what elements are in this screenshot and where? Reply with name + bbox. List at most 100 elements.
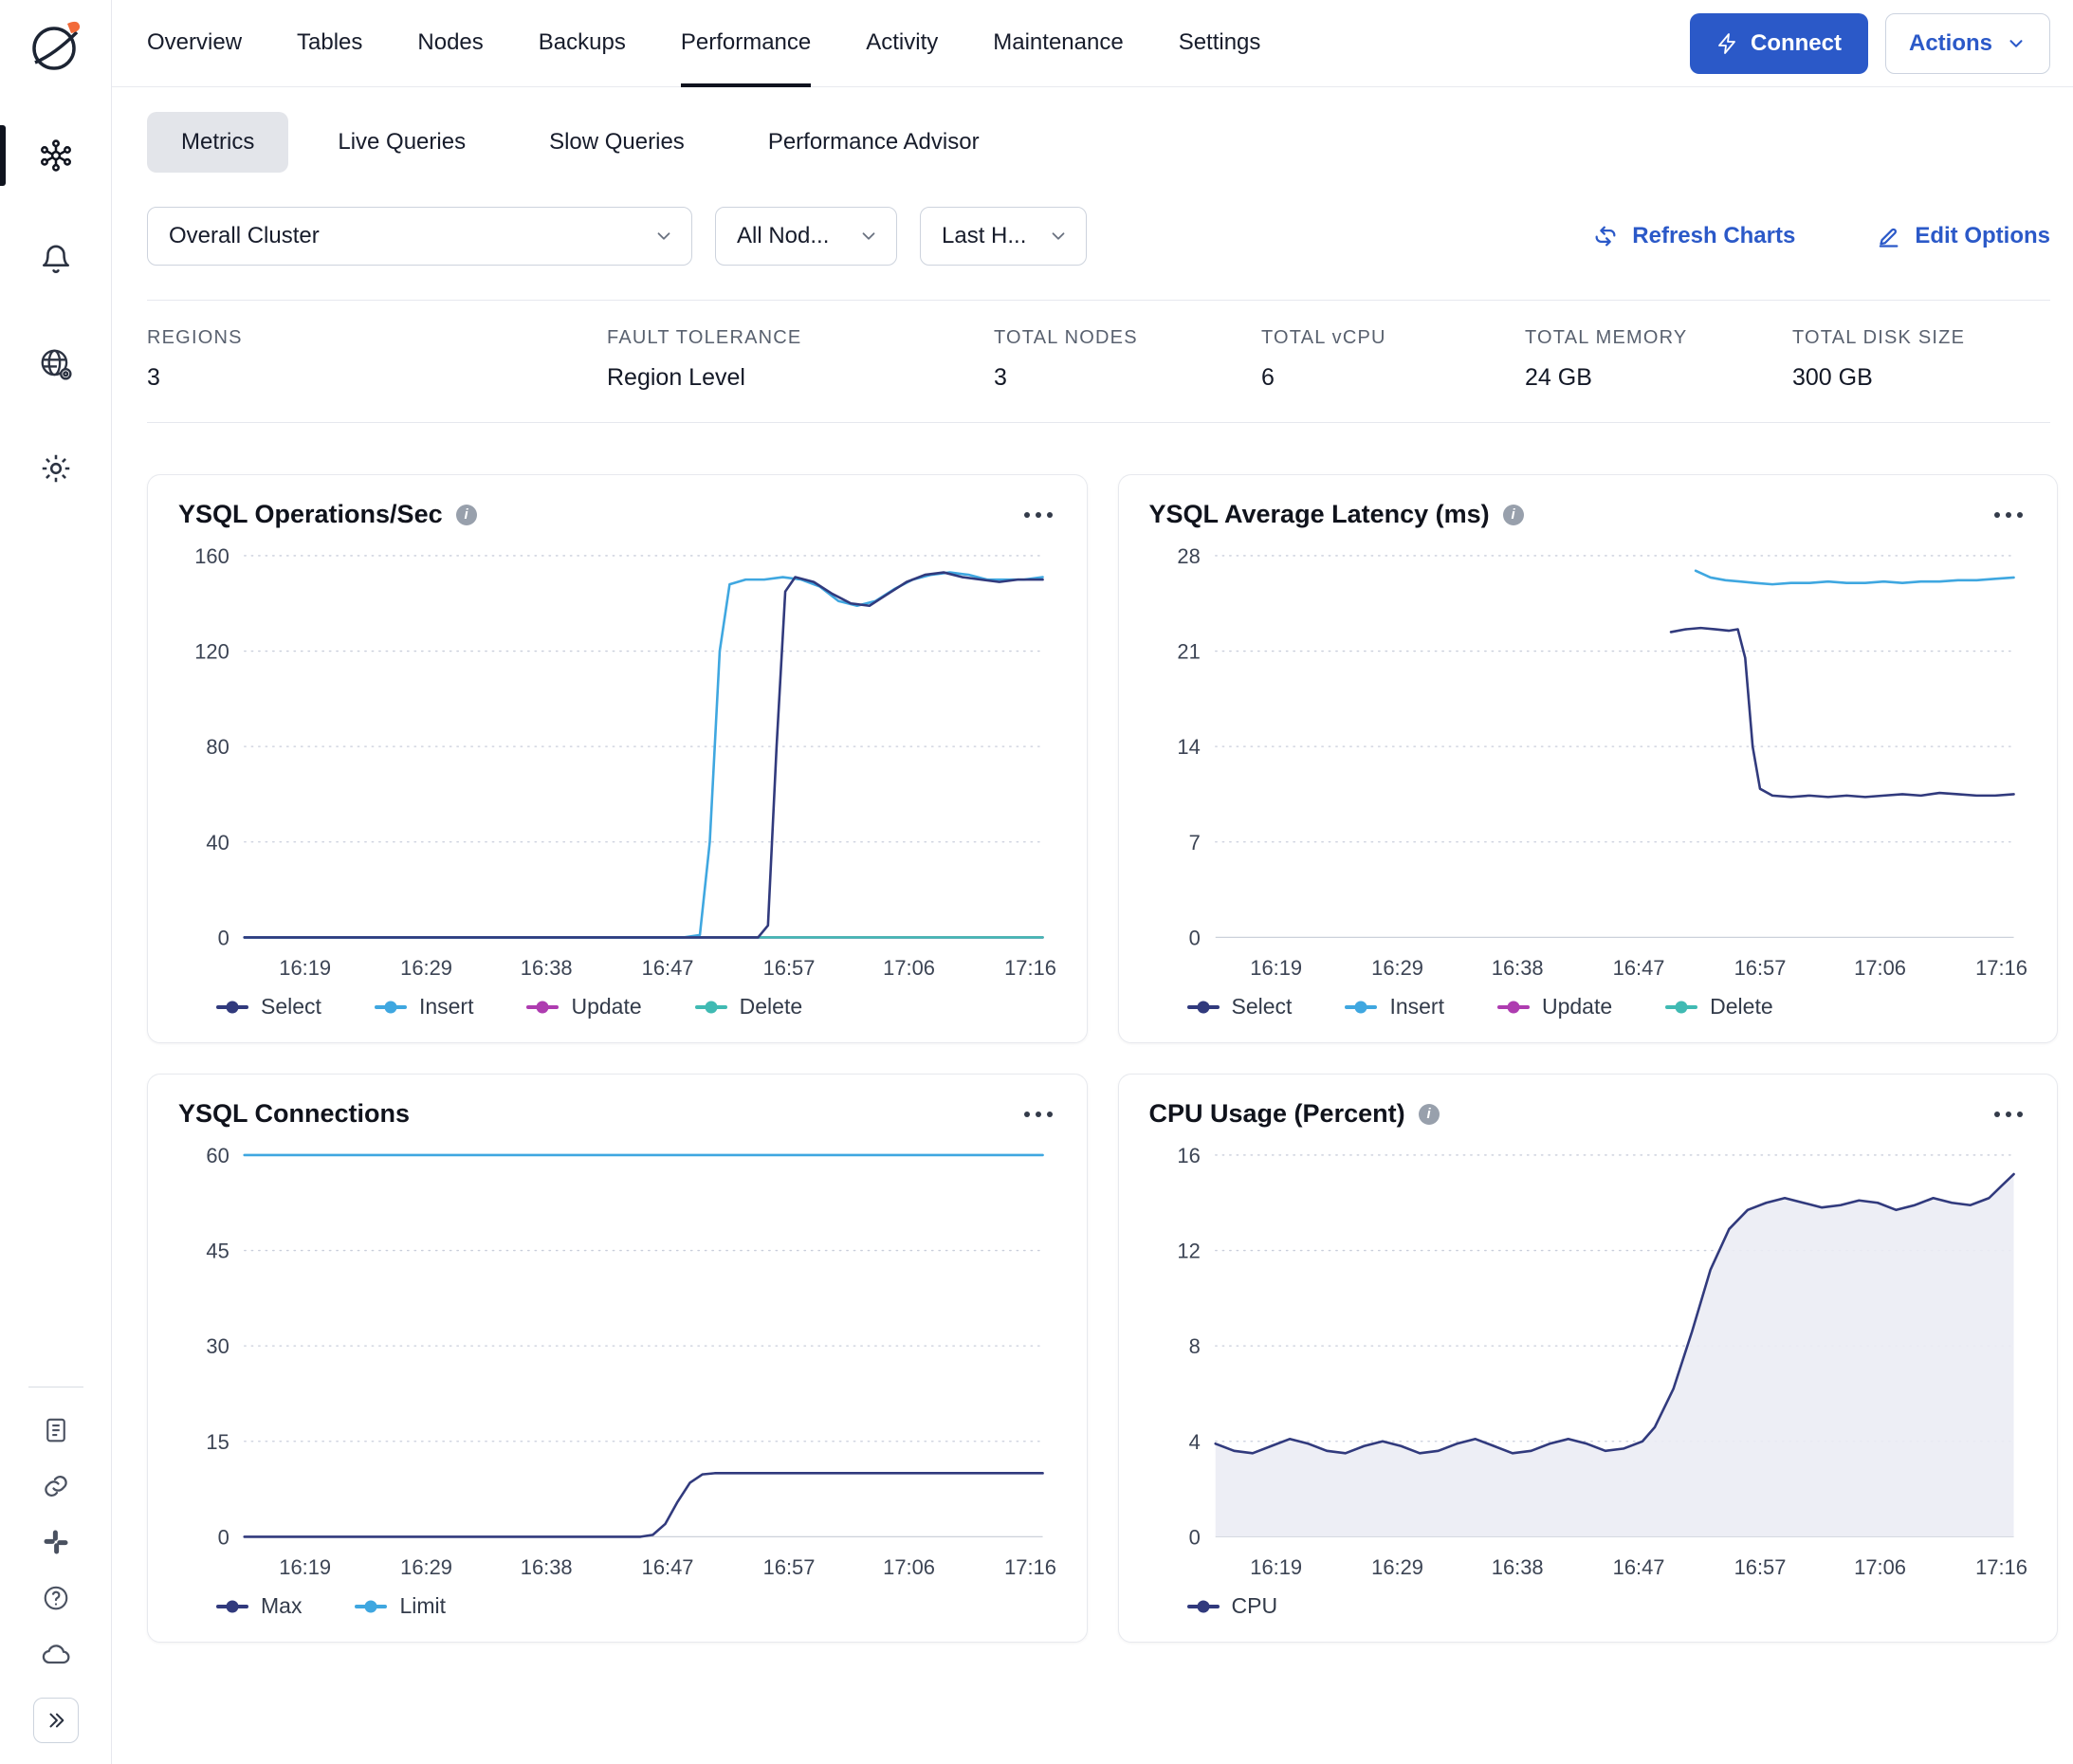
time-range-select[interactable]: Last H... (920, 207, 1087, 266)
legend-marker (1187, 1605, 1220, 1608)
legend-label: Max (261, 1593, 302, 1619)
chart-menu-button[interactable] (1020, 1102, 1056, 1127)
cloud-icon (41, 1640, 71, 1670)
svg-text:28: 28 (1177, 544, 1200, 568)
chart-card-ysql-latency: YSQL Average Latency (ms) i 0714212816:1… (1118, 474, 2059, 1043)
tab-overview[interactable]: Overview (147, 0, 242, 87)
sidebar-item-docs[interactable] (42, 1416, 70, 1449)
refresh-icon (1592, 223, 1619, 249)
legend-label: Update (1542, 994, 1612, 1020)
tab-tables[interactable]: Tables (297, 0, 362, 87)
sidebar (0, 0, 112, 1764)
legend-marker (1187, 1005, 1220, 1009)
sidebar-item-network-access[interactable] (0, 332, 112, 396)
tab-backups[interactable]: Backups (539, 0, 626, 87)
legend-item-select[interactable]: Select (216, 994, 321, 1020)
svg-text:16:38: 16:38 (1491, 956, 1543, 980)
chevron-down-icon (2006, 33, 2027, 54)
legend-item-update[interactable]: Update (526, 994, 641, 1020)
info-icon[interactable]: i (456, 505, 477, 525)
legend-marker (1497, 1005, 1530, 1009)
tab-activity[interactable]: Activity (866, 0, 938, 87)
svg-text:17:06: 17:06 (1854, 1555, 1906, 1579)
legend-item-cpu[interactable]: CPU (1187, 1593, 1278, 1619)
svg-text:0: 0 (1188, 1526, 1200, 1550)
svg-text:17:16: 17:16 (1004, 1555, 1055, 1579)
svg-text:15: 15 (206, 1430, 229, 1454)
subtab-slow-queries[interactable]: Slow Queries (515, 112, 719, 173)
edit-options-button[interactable]: Edit Options (1875, 223, 2050, 249)
legend-marker (355, 1605, 387, 1608)
svg-text:16:47: 16:47 (642, 1555, 694, 1579)
chart-title: CPU Usage (Percent) (1149, 1099, 1405, 1129)
legend-label: Delete (740, 994, 802, 1020)
sidebar-item-cloud[interactable] (41, 1640, 71, 1675)
svg-text:14: 14 (1177, 735, 1200, 759)
actions-button[interactable]: Actions (1885, 13, 2050, 74)
legend-item-limit[interactable]: Limit (355, 1593, 446, 1619)
legend-label: Select (261, 994, 321, 1020)
chart-card-ysql-operations: YSQL Operations/Sec i 0408012016016:1916… (147, 474, 1088, 1043)
chart-title: YSQL Connections (178, 1099, 410, 1129)
sidebar-expand-button[interactable] (33, 1698, 79, 1743)
legend-label: Delete (1710, 994, 1772, 1020)
stat-total-memory: TOTAL MEMORY 24 GB (1525, 327, 1792, 392)
sidebar-item-integrations[interactable] (42, 1472, 70, 1505)
chart-canvas-ysql-operations[interactable]: 0408012016016:1916:2916:3816:4716:5717:0… (178, 537, 1056, 990)
svg-text:17:06: 17:06 (883, 956, 935, 980)
stat-value: 24 GB (1525, 364, 1792, 392)
svg-text:16:19: 16:19 (279, 1555, 331, 1579)
legend-item-max[interactable]: Max (216, 1593, 302, 1619)
stat-label: FAULT TOLERANCE (607, 327, 994, 349)
info-icon[interactable]: i (1503, 505, 1524, 525)
slack-icon (42, 1528, 70, 1556)
legend-item-delete[interactable]: Delete (1665, 994, 1772, 1020)
sidebar-item-clusters[interactable] (0, 123, 112, 188)
legend-label: Update (571, 994, 641, 1020)
chart-legend: CPU (1187, 1593, 2027, 1619)
tab-nodes[interactable]: Nodes (417, 0, 483, 87)
tab-maintenance[interactable]: Maintenance (993, 0, 1123, 87)
svg-text:16:38: 16:38 (521, 956, 573, 980)
chart-canvas-ysql-latency[interactable]: 0714212816:1916:2916:3816:4716:5717:0617… (1149, 537, 2027, 990)
sidebar-item-slack[interactable] (42, 1528, 70, 1561)
legend-label: Limit (399, 1593, 446, 1619)
legend-item-select[interactable]: Select (1187, 994, 1293, 1020)
chart-title: YSQL Operations/Sec (178, 500, 443, 529)
tab-performance[interactable]: Performance (681, 0, 811, 87)
svg-text:30: 30 (206, 1334, 229, 1358)
subtab-performance-advisor[interactable]: Performance Advisor (734, 112, 1014, 173)
legend-item-insert[interactable]: Insert (375, 994, 474, 1020)
stat-label: TOTAL vCPU (1261, 327, 1525, 349)
question-icon (42, 1584, 70, 1612)
subtab-metrics[interactable]: Metrics (147, 112, 288, 173)
tab-settings[interactable]: Settings (1179, 0, 1261, 87)
stat-value: 6 (1261, 364, 1525, 392)
chart-menu-button[interactable] (1020, 503, 1056, 527)
main-content: Overview Tables Nodes Backups Performanc… (112, 0, 2073, 1643)
svg-text:16:47: 16:47 (1612, 956, 1664, 980)
nodes-select-value: All Nod... (737, 223, 829, 249)
sidebar-item-settings[interactable] (0, 436, 112, 501)
refresh-charts-button[interactable]: Refresh Charts (1592, 223, 1795, 249)
chart-canvas-ysql-connections[interactable]: 01530456016:1916:2916:3816:4716:5717:061… (178, 1136, 1056, 1589)
legend-item-delete[interactable]: Delete (695, 994, 802, 1020)
svg-text:16:29: 16:29 (1371, 956, 1423, 980)
chart-menu-button[interactable] (1990, 503, 2027, 527)
stat-regions: REGIONS 3 (147, 327, 607, 392)
chart-card-cpu-usage: CPU Usage (Percent) i 048121616:1916:291… (1118, 1074, 2059, 1643)
sidebar-item-alerts[interactable] (0, 228, 112, 292)
chart-canvas-cpu-usage[interactable]: 048121616:1916:2916:3816:4716:5717:0617:… (1149, 1136, 2027, 1589)
subtab-live-queries[interactable]: Live Queries (303, 112, 500, 173)
cluster-scope-select[interactable]: Overall Cluster (147, 207, 692, 266)
legend-label: Select (1232, 994, 1293, 1020)
stat-value: 3 (147, 364, 607, 392)
sidebar-item-help[interactable] (42, 1584, 70, 1617)
legend-item-update[interactable]: Update (1497, 994, 1612, 1020)
info-icon[interactable]: i (1419, 1104, 1440, 1125)
yugabyte-logo[interactable] (27, 11, 85, 80)
chart-menu-button[interactable] (1990, 1102, 2027, 1127)
connect-button[interactable]: Connect (1690, 13, 1868, 74)
legend-item-insert[interactable]: Insert (1345, 994, 1444, 1020)
nodes-select[interactable]: All Nod... (715, 207, 897, 266)
